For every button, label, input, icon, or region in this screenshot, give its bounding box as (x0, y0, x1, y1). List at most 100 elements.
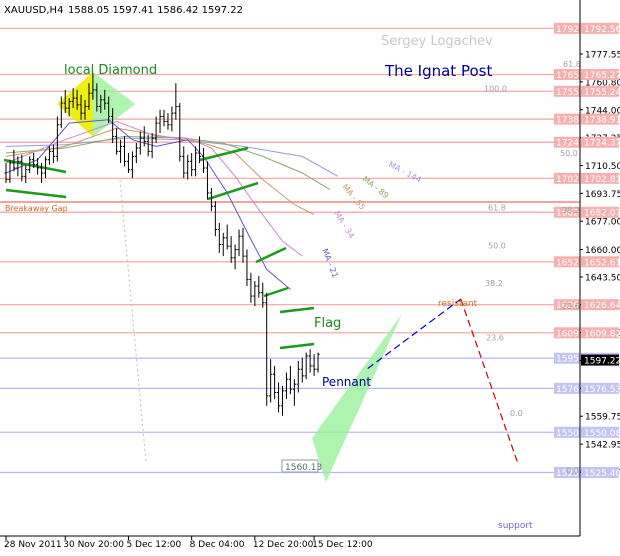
support-label: support (498, 521, 533, 531)
candle (312, 354, 316, 376)
candle (288, 365, 292, 395)
chart-canvas[interactable]: 1792.56 1765.27 1755.24 1738.91 1724.37 1702.… (0, 0, 620, 552)
candle (304, 352, 308, 380)
candle (51, 144, 55, 164)
moving-average-label: MA - 55 (340, 183, 367, 212)
candle (276, 382, 281, 413)
candle (233, 244, 237, 270)
time-tick-label: 30 Nov 20:00 (63, 540, 124, 550)
candle (55, 116, 59, 162)
candle (280, 385, 285, 416)
axis-resistance-label: 1609.82 (584, 329, 620, 339)
axis-resistance-label: 1792.56 (584, 25, 620, 35)
axis-resistance-label: 1724.37 (584, 139, 620, 149)
time-tick-label: 15 Dec 12:00 (312, 540, 373, 550)
candle (178, 103, 182, 162)
moving-averages-layer: MA - 144MA - 89MA - 55MA - 34MA - 21 (5, 119, 423, 290)
forecast-down-path (460, 298, 518, 462)
forecast-layer (367, 298, 518, 462)
axis-resistance-label: 1652.61 (584, 258, 620, 268)
fib-level-label: 61.8 (563, 60, 581, 69)
candle (237, 229, 241, 257)
watermark-author: Sergey Logachev (381, 34, 493, 49)
candle (166, 113, 170, 130)
candle (174, 83, 178, 120)
candle (253, 281, 257, 307)
price-tick-label: 1677.00 (585, 218, 620, 228)
candle (205, 161, 210, 200)
fib-level-label: 23.6 (562, 302, 580, 311)
candle (213, 201, 217, 237)
trendline-channel-lower (263, 286, 289, 298)
pennant-label: Pennant (322, 375, 371, 389)
brand-title: The Ignat Post (384, 62, 492, 80)
candle (225, 224, 229, 250)
candle (249, 272, 253, 303)
candle (16, 156, 20, 177)
candle (257, 276, 261, 298)
candle (122, 136, 127, 167)
candle (194, 146, 198, 177)
axis-support-label: 1525.40 (584, 469, 620, 479)
price-tick-label: 1710.50 (585, 162, 620, 172)
price-tick-label: 1693.75 (585, 190, 620, 200)
candle (162, 109, 166, 127)
flag-lower-line (279, 342, 315, 350)
pattern-shapes-layer (57, 72, 402, 482)
moving-average-label: MA - 21 (320, 247, 340, 279)
flag-upper-line (279, 306, 315, 314)
candle (146, 134, 150, 157)
current-price-label: 1597.22 (584, 357, 620, 367)
candles-layer (4, 73, 320, 416)
local-diamond-label: local Diamond (64, 63, 157, 78)
time-axis-layer: 28 Nov 2011 30 Nov 20:00 5 Dec 12:00 8 Dec … (0, 535, 580, 550)
price-chart[interactable]: 1792.56 1765.27 1755.24 1738.91 1724.37 1702.… (0, 0, 620, 552)
price-tick-label: 1643.50 (585, 273, 620, 283)
candle (134, 143, 138, 164)
fib-level-label: 50.0 (560, 149, 578, 158)
trendline-breakaway-lower (5, 188, 67, 199)
candle (300, 357, 304, 383)
time-tick-label: 5 Dec 12:00 (126, 540, 181, 550)
low-price-label: 1560.13 (285, 463, 322, 473)
price-tick-label: 1559.75 (585, 413, 620, 423)
ohlc-values: 1588.05 1597.41 1586.42 1597.22 (68, 5, 243, 16)
axis-resistance-label: 1738.91 (584, 116, 620, 126)
axis-resistance-label: 1702.81 (584, 175, 620, 185)
fib-level-label: 61.8 (488, 204, 506, 213)
resistant-label: resistant (438, 299, 478, 309)
price-tick-label: 1660.00 (585, 246, 620, 256)
candle (269, 359, 273, 403)
flag-label: Flag (314, 316, 341, 331)
candle (273, 365, 277, 400)
candle (221, 232, 225, 257)
trendline-mid-lower (207, 181, 259, 201)
candle (126, 153, 131, 173)
fib-level-label: 0.0 (510, 409, 523, 418)
candle (245, 249, 249, 287)
candle (316, 352, 320, 373)
candle (20, 154, 24, 182)
candle (130, 151, 134, 178)
guide-dotted-line (119, 179, 147, 463)
axis-resistance-label: 1682.07 (584, 209, 620, 219)
fib-level-label: 50.0 (488, 242, 506, 251)
axis-resistance-label: 1765.27 (584, 71, 620, 81)
axis-resistance-label: 1626.64 (584, 301, 620, 311)
candle (217, 222, 221, 253)
moving-average-label: MA - 34 (332, 209, 356, 240)
candle (190, 153, 194, 177)
time-tick-label: 12 Dec 20:00 (253, 540, 314, 550)
time-tick-label: 28 Nov 2011 (4, 540, 62, 550)
fib-level-label: 100.0 (484, 85, 507, 94)
candle (182, 146, 186, 178)
candle (158, 109, 162, 134)
pennant-triangle (312, 314, 402, 482)
trendline-channel-upper (255, 246, 287, 264)
breakaway-gap-label: Breakaway Gap (5, 204, 68, 213)
candle (229, 236, 233, 263)
candle (308, 349, 312, 373)
fib-level-label: 38.2 (562, 206, 580, 215)
moving-average-line (5, 120, 303, 257)
candle (292, 379, 296, 406)
